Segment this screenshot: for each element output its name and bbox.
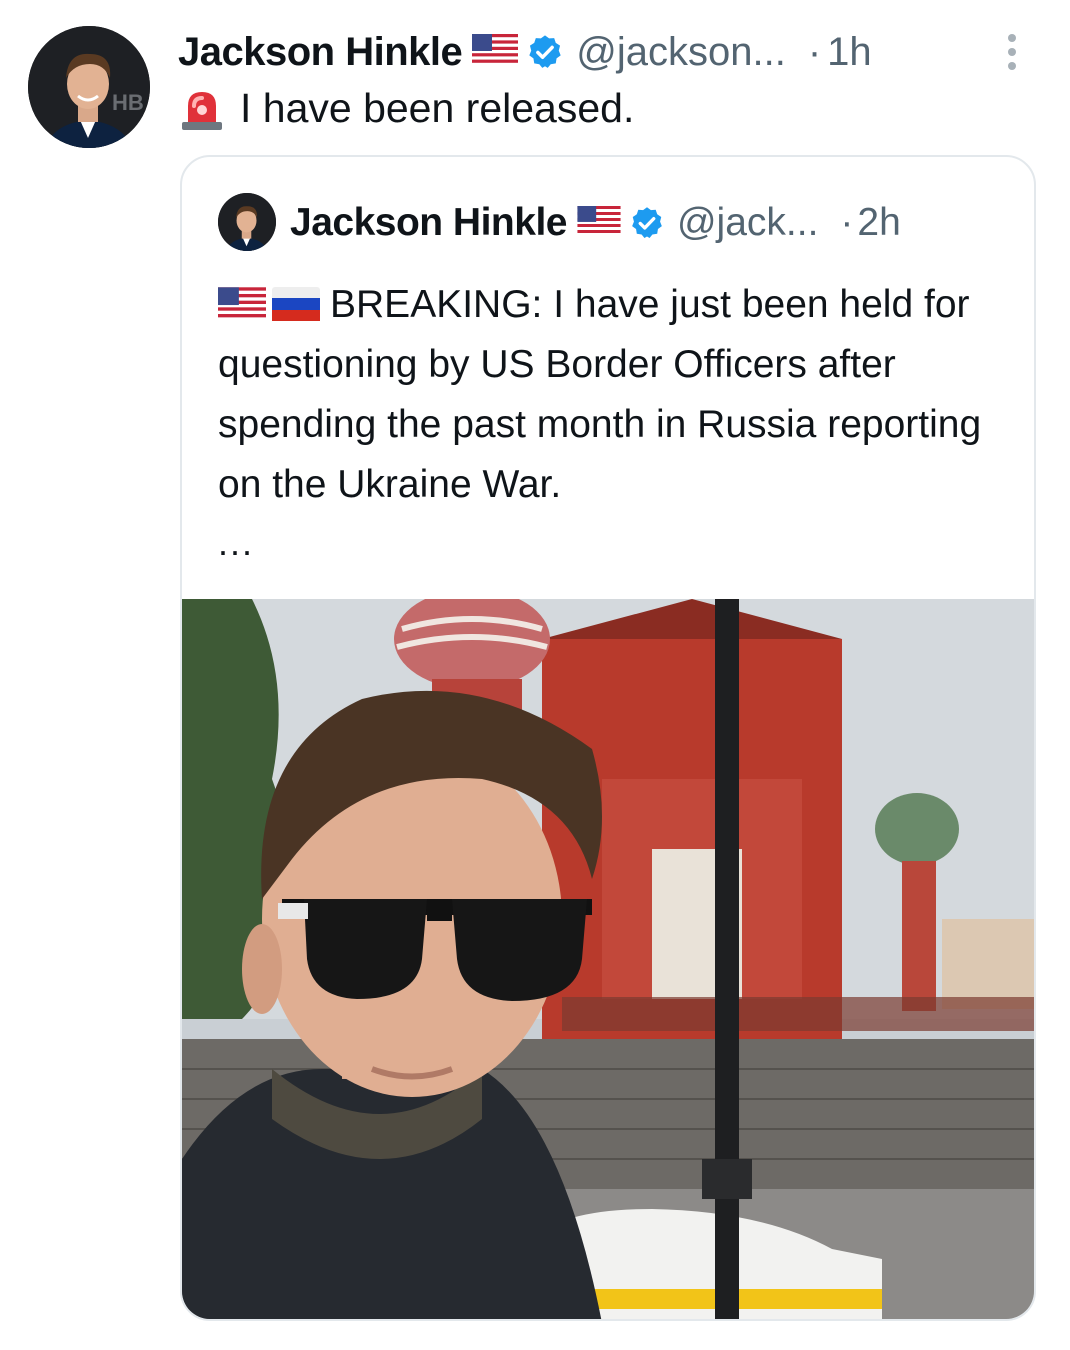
quoted-author-avatar[interactable] (218, 193, 276, 251)
author-avatar[interactable]: HB (28, 26, 150, 148)
quoted-author-name[interactable]: Jackson Hinkle (290, 201, 567, 245)
verified-badge-icon (529, 35, 561, 68)
us-flag-icon (577, 205, 621, 241)
tweet-text-row: I have been released. (178, 80, 634, 136)
author-name[interactable]: Jackson Hinkle (178, 30, 463, 75)
quoted-tweet-photo[interactable] (182, 599, 1036, 1321)
show-more-ellipsis[interactable]: ... (218, 522, 254, 564)
svg-text:HB: HB (112, 90, 144, 115)
verified-badge-icon (632, 207, 662, 238)
quoted-tweet-text: BREAKING: I have just been held for ques… (218, 283, 982, 506)
quoted-tweet-timestamp[interactable]: 2h (857, 201, 900, 245)
quoted-tweet-header: Jackson Hinkle @jack... · 2h (290, 197, 901, 249)
quoted-author-handle[interactable]: @jack... (677, 201, 818, 245)
quoted-tweet-card[interactable]: Jackson Hinkle @jack... · 2h BREAKING: I… (180, 155, 1036, 1321)
us-flag-icon (218, 287, 266, 321)
separator-dot: · (840, 201, 854, 244)
tweet-timestamp[interactable]: 1h (827, 30, 872, 75)
siren-icon (182, 92, 222, 130)
us-flag-icon (472, 33, 519, 71)
author-handle[interactable]: @jackson... (576, 30, 786, 75)
separator-dot: · (807, 29, 822, 74)
more-icon[interactable] (1000, 30, 1024, 74)
tweet-text: I have been released. (240, 85, 635, 131)
russia-flag-icon (272, 287, 320, 321)
quoted-tweet-text-block: BREAKING: I have just been held for ques… (218, 275, 1018, 515)
tweet-header: Jackson Hinkle @jackson... · 1h (178, 22, 872, 82)
flag-emojis (218, 287, 320, 321)
